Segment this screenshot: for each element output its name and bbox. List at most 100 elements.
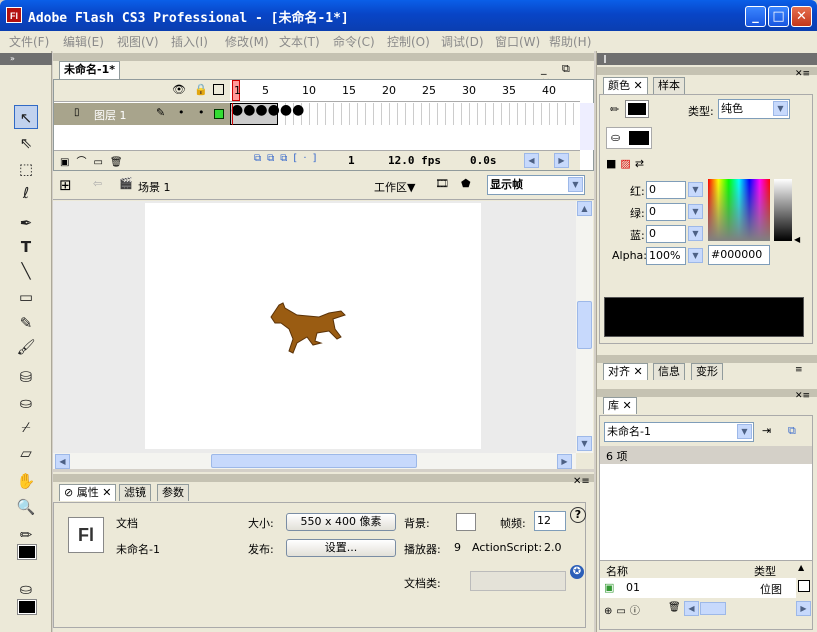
type-column-header[interactable]: 类型 [754,563,776,579]
eye-icon[interactable]: 👁 [172,83,186,96]
workspace-menu[interactable]: 工作区▼ [374,179,415,195]
panel-menu-icon[interactable]: ≡ [795,365,803,375]
tab-properties[interactable]: ⊘ 属性 ✕ [59,484,117,501]
layer-buttons[interactable]: ▣⌒▭🗑 [60,153,130,168]
stroke-color-swatch[interactable] [17,544,37,560]
document-class-input[interactable] [470,571,566,591]
stage-vscroll[interactable]: ▲ ▼ [576,201,593,453]
frame-ruler[interactable]: 1 5 10 15 20 25 30 35 40 [230,80,580,102]
zoom-tool-icon[interactable]: 🔍 [14,495,38,519]
frame-row[interactable]: ●●●●●● [230,103,580,125]
menu-file[interactable]: 文件(F) [9,33,49,50]
menu-view[interactable]: 视图(V) [117,33,159,50]
eraser-tool-icon[interactable]: ▱ [14,441,38,465]
library-hscroll-thumb[interactable] [700,602,726,615]
panel-menu-icon[interactable]: ✕≡ [795,69,810,79]
fill-color-swatch[interactable] [17,599,37,615]
pen-tool-icon[interactable]: ✒ [14,211,38,235]
tab-swatches[interactable]: 样本 [653,77,685,94]
zoom-select[interactable]: 显示帧 ▼ [487,175,585,195]
accessibility-icon[interactable]: ✪ [570,565,584,579]
new-library-icon[interactable]: ⧉ [788,424,796,438]
lock-icon[interactable]: 🔒 [194,83,208,96]
line-tool-icon[interactable]: ╲ [14,259,38,283]
scroll-right-button[interactable]: ▶ [796,601,811,616]
ink-bottle-tool-icon[interactable]: ⛁ [14,365,38,389]
back-arrow-icon[interactable]: ⇦ [93,177,102,190]
menu-help[interactable]: 帮助(H) [549,33,591,50]
wide-view-icon[interactable] [798,580,810,592]
blue-slider-button[interactable]: ▼ [688,226,703,241]
panel-menu-icon[interactable]: ✕≡ [573,476,590,487]
scroll-down-button[interactable]: ▼ [577,436,592,451]
panel-menu-icon[interactable]: ✕≡ [795,391,810,401]
keyframes[interactable]: ●●●●●● [230,103,304,125]
close-button[interactable]: ✕ [791,6,812,27]
alpha-input[interactable]: 100% [646,247,686,265]
color-type-select[interactable]: 纯色 ▼ [718,99,790,119]
brightness-slider[interactable] [774,179,792,241]
library-item[interactable]: ▣ 01 位图 [600,578,796,598]
minimize-button[interactable]: _ [745,6,766,27]
chevron-down-icon[interactable]: ▼ [737,424,752,439]
lasso-tool-icon[interactable]: ℓ [14,181,38,205]
menu-modify[interactable]: 修改(M) [225,33,269,50]
delete-icon[interactable]: 🗑 [668,602,681,613]
red-input[interactable]: 0 [646,181,686,199]
background-color-swatch[interactable] [456,513,476,531]
menu-insert[interactable]: 插入(I) [171,33,208,50]
text-tool-icon[interactable]: T [14,235,38,259]
visibility-dot[interactable]: • [178,106,185,119]
menu-control[interactable]: 控制(O) [387,33,430,50]
scroll-left-button[interactable]: ◀ [55,454,70,469]
scroll-right-button[interactable]: ▶ [554,153,569,168]
publish-settings-button[interactable]: 设置... [286,539,396,557]
outline-icon[interactable] [213,84,224,95]
layer-name[interactable]: 图层 1 [94,107,127,123]
name-column-header[interactable]: 名称 [606,563,628,579]
fill-row[interactable]: ⛀ [606,127,652,149]
help-icon[interactable]: ? [570,507,586,523]
green-slider-button[interactable]: ▼ [688,204,703,219]
fps-input[interactable]: 12 [534,511,566,531]
sort-icon[interactable]: ▲ [798,563,804,572]
stroke-swatch[interactable] [625,100,649,118]
maximize-button[interactable]: □ [768,6,789,27]
scroll-left-button[interactable]: ◀ [524,153,539,168]
menu-commands[interactable]: 命令(C) [333,33,375,50]
scroll-left-button[interactable]: ◀ [684,601,699,616]
layer-color-swatch[interactable] [214,109,224,119]
document-tab[interactable]: 未命名-1* [59,61,120,79]
red-slider-button[interactable]: ▼ [688,182,703,197]
tab-library[interactable]: 库 ✕ [603,397,637,414]
free-transform-tool-icon[interactable]: ⬚ [14,157,38,181]
subselection-tool-icon[interactable]: ⇖ [14,131,38,155]
tab-align[interactable]: 对齐 ✕ [603,363,648,380]
menu-text[interactable]: 文本(T) [279,33,320,50]
scroll-right-button[interactable]: ▶ [557,454,572,469]
hand-tool-icon[interactable]: ✋ [14,469,38,493]
dock-collapse-bar[interactable]: ‖ [597,53,817,65]
blue-input[interactable]: 0 [646,225,686,243]
scene-name[interactable]: 场景 1 [138,179,171,195]
green-input[interactable]: 0 [646,203,686,221]
tab-parameters[interactable]: 参数 [157,484,189,501]
horse-image[interactable] [269,299,349,357]
stroke-color-icon[interactable]: ✏ [14,523,38,547]
eyedropper-tool-icon[interactable]: ⌿ [14,415,38,439]
brush-tool-icon[interactable]: 🖌 [14,335,38,359]
stage[interactable] [145,203,481,449]
timeline-toggle-icon[interactable]: ⊞ [59,176,72,194]
color-spectrum[interactable] [708,179,770,241]
onion-skin-buttons[interactable]: ⧉⧉⧉[·] [254,153,322,164]
layer-row[interactable]: ▯ 图层 1 ✎ • • [54,103,230,125]
tab-transform[interactable]: 变形 [691,363,723,380]
chevron-down-icon[interactable]: ▼ [568,177,583,192]
alpha-slider-button[interactable]: ▼ [688,248,703,263]
lock-dot[interactable]: • [198,106,205,119]
tab-info[interactable]: 信息 [653,363,685,380]
chevron-down-icon[interactable]: ▼ [773,101,788,116]
pin-icon[interactable]: ⇥ [762,424,771,437]
scroll-up-button[interactable]: ▲ [577,201,592,216]
menu-window[interactable]: 窗口(W) [495,33,540,50]
